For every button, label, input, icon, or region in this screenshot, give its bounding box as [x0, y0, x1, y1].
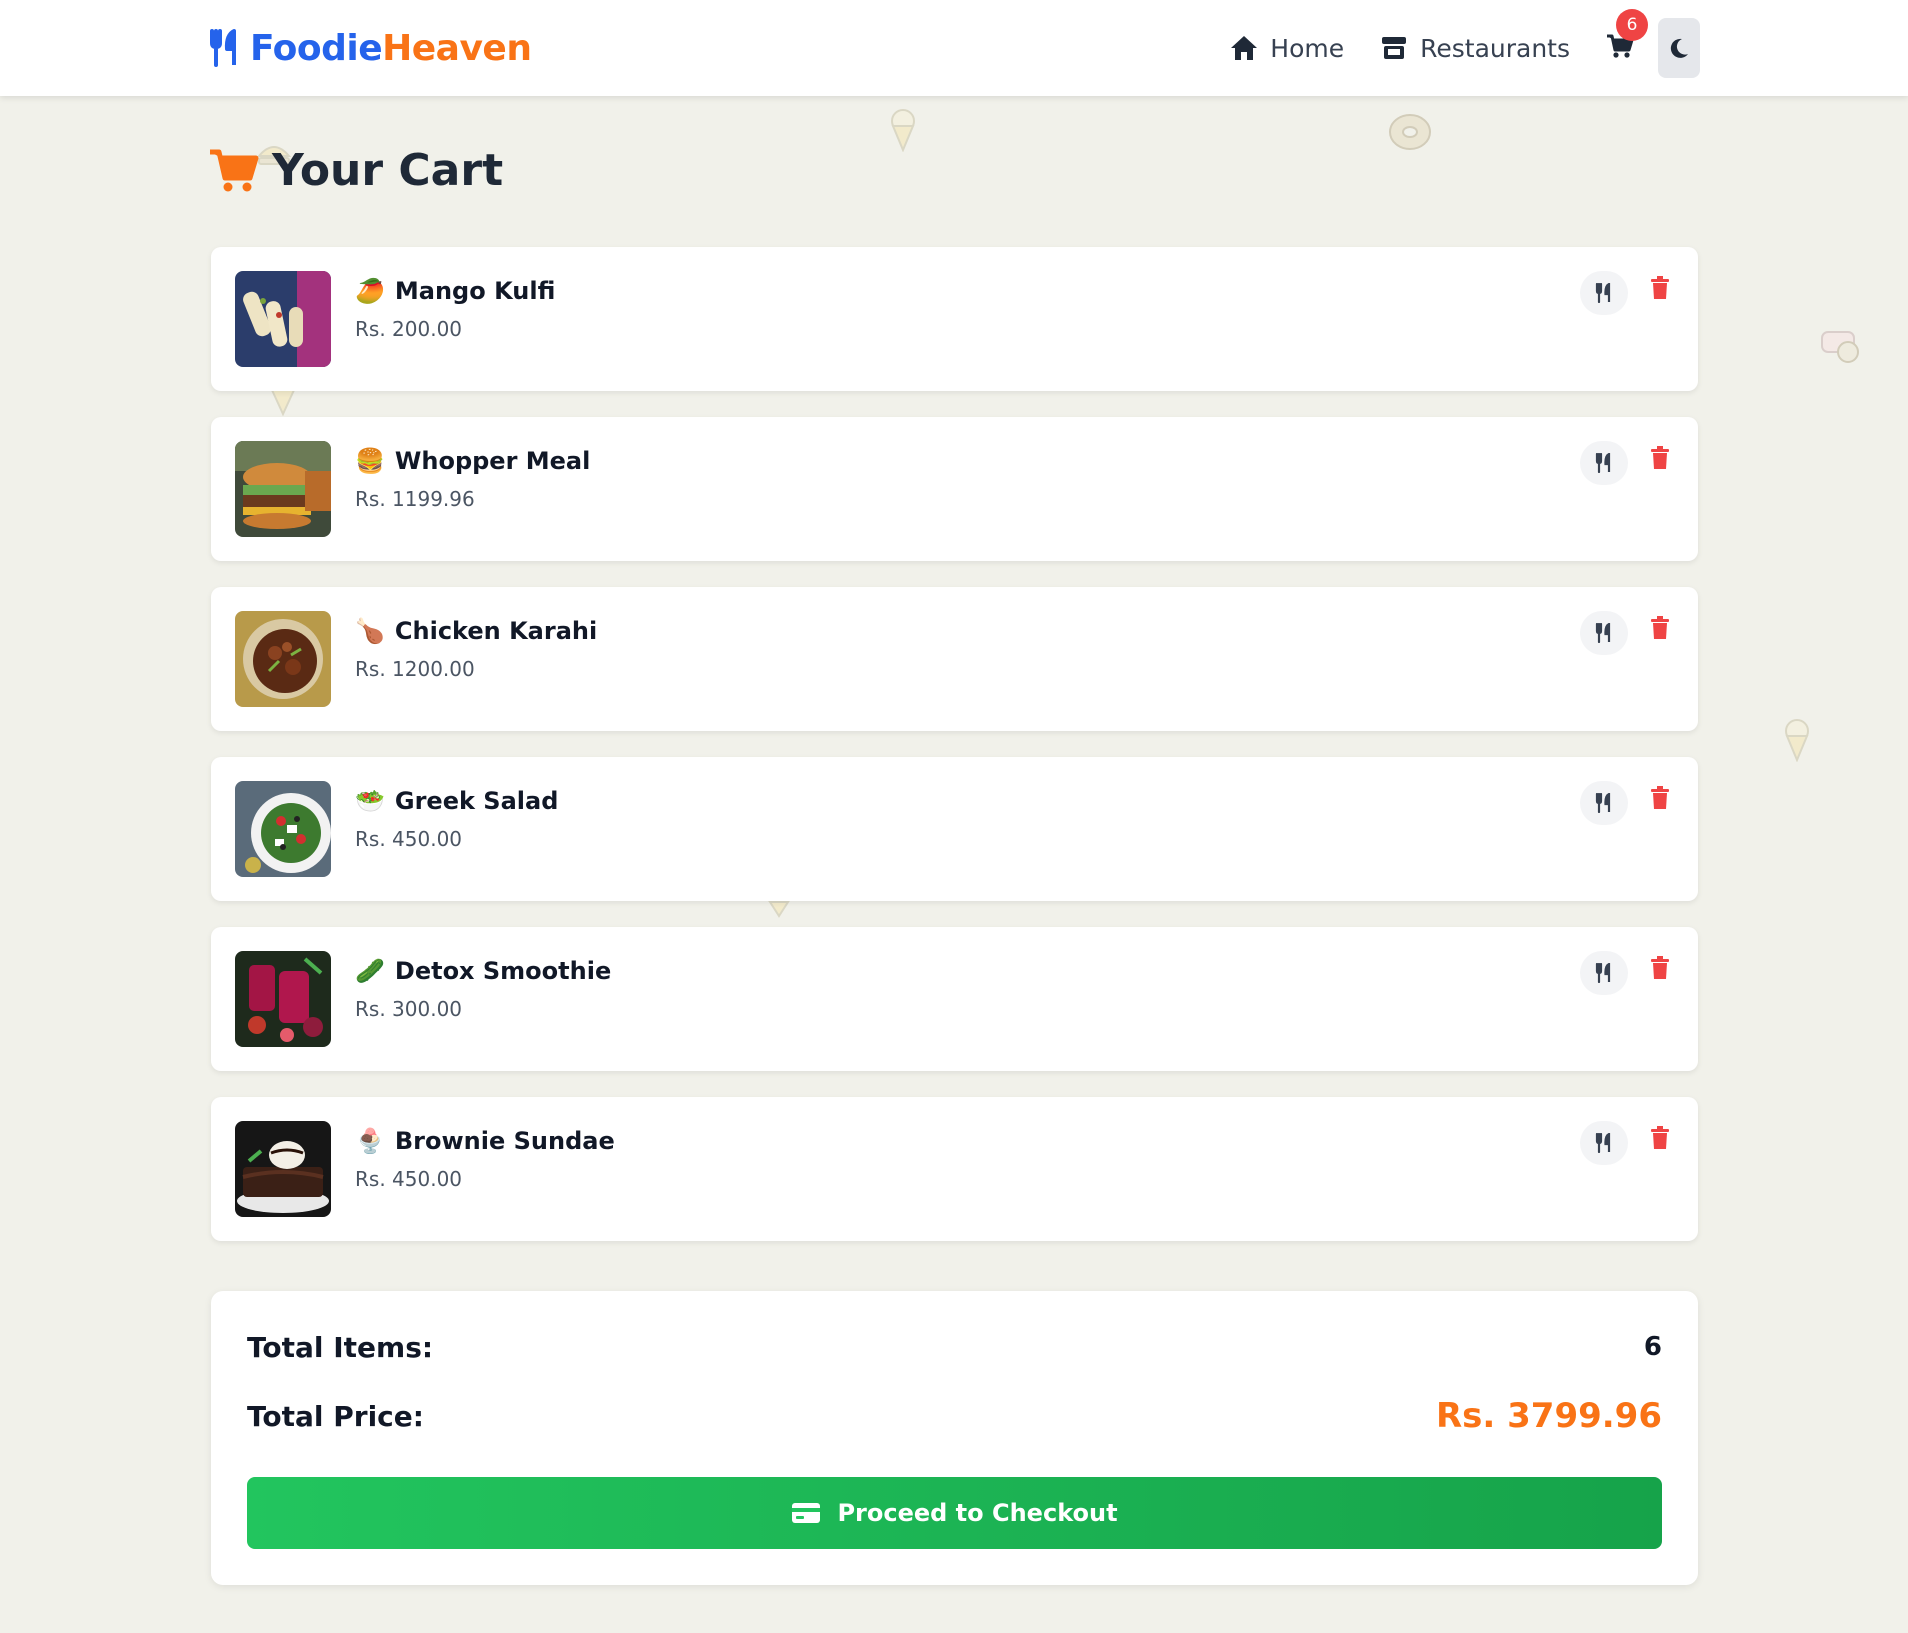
cart-summary: Total Items: 6 Total Price: Rs. 3799.96 …: [211, 1291, 1698, 1585]
item-name: 🍨 Brownie Sundae: [355, 1121, 615, 1161]
cart-title-icon: [210, 149, 259, 192]
view-restaurant-button[interactable]: [1580, 611, 1628, 655]
item-name: 🥭 Mango Kulfi: [355, 271, 555, 311]
ice-cream-doodle: [1785, 719, 1809, 762]
moon-icon: [1670, 38, 1688, 58]
view-restaurant-button[interactable]: [1580, 951, 1628, 995]
item-emoji-icon: 🥗: [355, 787, 385, 815]
ice-cream-doodle: [891, 109, 915, 152]
donut-doodle: [1389, 114, 1431, 150]
total-price-row: Total Price: Rs. 3799.96: [247, 1394, 1662, 1438]
total-items-label: Total Items:: [247, 1330, 434, 1364]
store-icon: [1382, 37, 1407, 59]
utensils-icon: [1595, 283, 1611, 303]
total-items-value: 6: [1643, 1332, 1662, 1362]
item-thumbnail: [235, 951, 331, 1047]
cart-item: 🥒 Detox Smoothie Rs. 300.00: [211, 927, 1698, 1071]
utensils-icon: [210, 29, 236, 67]
item-thumbnail: [235, 441, 331, 537]
sushi-doodle: [1821, 331, 1859, 363]
remove-item-button[interactable]: [1646, 1123, 1674, 1153]
item-price: Rs. 1199.96: [355, 487, 475, 511]
item-emoji-icon: 🍗: [355, 617, 385, 645]
nav-links: Home Restaurants 6: [1194, 9, 1700, 78]
view-restaurant-button[interactable]: [1580, 781, 1628, 825]
nav-cart-link[interactable]: 6: [1606, 9, 1648, 63]
item-thumbnail: [235, 271, 331, 367]
item-price: Rs. 450.00: [355, 1167, 463, 1191]
cart-item: 🍨 Brownie Sundae Rs. 450.00: [211, 1097, 1698, 1241]
item-thumbnail: [235, 1121, 331, 1217]
item-thumbnail: [235, 781, 331, 877]
navbar: Foodie Heaven Home Restaurants 6: [0, 0, 1908, 96]
utensils-icon: [1595, 453, 1611, 473]
item-name: 🥗 Greek Salad: [355, 781, 558, 821]
remove-item-button[interactable]: [1646, 953, 1674, 983]
trash-icon: [1651, 276, 1669, 299]
page-title-text: Your Cart: [272, 144, 504, 196]
cart-count-badge: 6: [1616, 9, 1648, 41]
page-title: Your Cart: [208, 138, 503, 202]
total-items-row: Total Items: 6: [247, 1325, 1662, 1369]
remove-item-button[interactable]: [1646, 273, 1674, 303]
trash-icon: [1651, 786, 1669, 809]
item-price: Rs. 200.00: [355, 317, 463, 341]
total-price-value: Rs. 3799.96: [1435, 1396, 1662, 1436]
credit-card-icon: [792, 1503, 821, 1523]
nav-home-link[interactable]: Home: [1230, 34, 1344, 63]
cart-items-list: 🥭 Mango Kulfi Rs. 200.00 🍔 Whopper Meal …: [211, 247, 1698, 1267]
item-emoji-icon: 🍔: [355, 447, 385, 475]
item-thumbnail: [235, 611, 331, 707]
utensils-icon: [1595, 793, 1611, 813]
total-price-label: Total Price:: [247, 1399, 424, 1433]
nav-restaurants-label: Restaurants: [1420, 33, 1570, 63]
home-icon: [1231, 36, 1258, 60]
item-name: 🍗 Chicken Karahi: [355, 611, 597, 651]
item-emoji-icon: 🥭: [355, 277, 385, 305]
checkout-label: Proceed to Checkout: [837, 1499, 1118, 1527]
view-restaurant-button[interactable]: [1580, 271, 1628, 315]
theme-toggle-button[interactable]: [1658, 18, 1700, 78]
checkout-button[interactable]: Proceed to Checkout: [247, 1477, 1662, 1549]
remove-item-button[interactable]: [1646, 783, 1674, 813]
trash-icon: [1651, 446, 1669, 469]
utensils-icon: [1595, 623, 1611, 643]
item-emoji-icon: 🥒: [355, 957, 385, 985]
view-restaurant-button[interactable]: [1580, 441, 1628, 485]
utensils-icon: [1595, 963, 1611, 983]
item-price: Rs. 1200.00: [355, 657, 475, 681]
cart-item: 🥭 Mango Kulfi Rs. 200.00: [211, 247, 1698, 391]
trash-icon: [1651, 956, 1669, 979]
item-price: Rs. 300.00: [355, 997, 463, 1021]
item-name-text: Brownie Sundae: [394, 1127, 615, 1155]
item-name-text: Chicken Karahi: [394, 617, 598, 645]
nav-restaurants-link[interactable]: Restaurants: [1380, 34, 1570, 63]
remove-item-button[interactable]: [1646, 443, 1674, 473]
item-name-text: Greek Salad: [394, 787, 559, 815]
remove-item-button[interactable]: [1646, 613, 1674, 643]
trash-icon: [1651, 1126, 1669, 1149]
item-name-text: Mango Kulfi: [394, 277, 556, 305]
brand-name-part2: Heaven: [382, 27, 532, 69]
trash-icon: [1651, 616, 1669, 639]
cart-item: 🍔 Whopper Meal Rs. 1199.96: [211, 417, 1698, 561]
brand-name-part1: Foodie: [250, 27, 383, 69]
item-name-text: Detox Smoothie: [394, 957, 612, 985]
cart-item: 🍗 Chicken Karahi Rs. 1200.00: [211, 587, 1698, 731]
item-emoji-icon: 🍨: [355, 1127, 385, 1155]
utensils-icon: [1595, 1133, 1611, 1153]
item-name: 🥒 Detox Smoothie: [355, 951, 611, 991]
cart-item: 🥗 Greek Salad Rs. 450.00: [211, 757, 1698, 901]
item-name-text: Whopper Meal: [394, 447, 591, 475]
nav-home-label: Home: [1270, 33, 1345, 63]
view-restaurant-button[interactable]: [1580, 1121, 1628, 1165]
item-price: Rs. 450.00: [355, 827, 463, 851]
brand-logo[interactable]: Foodie Heaven: [208, 24, 532, 72]
item-name: 🍔 Whopper Meal: [355, 441, 590, 481]
